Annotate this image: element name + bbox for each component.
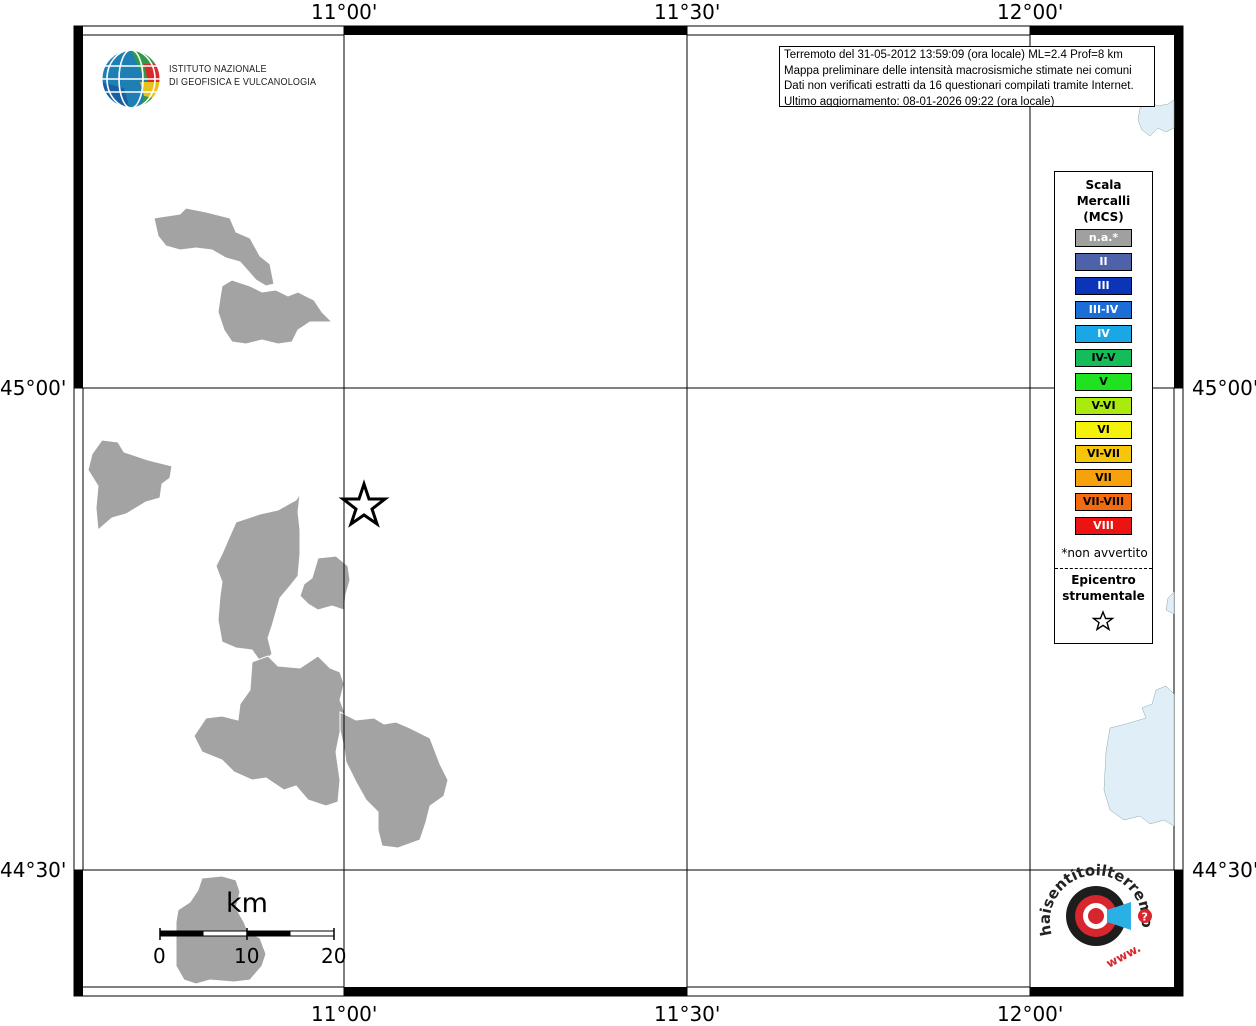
lon-label-bottom-2: 11°30' (654, 1002, 721, 1026)
map-description-line: Mappa preliminare delle intensità macros… (784, 64, 1132, 77)
event-info-line: Terremoto del 31-05-2012 13:59:09 (ora l… (784, 49, 1123, 61)
legend-swatch: II (1075, 253, 1132, 271)
svg-text:?: ? (1142, 911, 1148, 924)
lon-label-top-2: 11°30' (654, 0, 721, 24)
legend-swatch: V-VI (1075, 397, 1132, 415)
legend-swatch: n.a.* (1075, 229, 1132, 247)
legend-swatch: VI-VII (1075, 445, 1132, 463)
legend-swatch: V (1075, 373, 1132, 391)
ingv-institute-name: ISTITUTO NAZIONALE DI GEOFISICA E VULCAN… (169, 63, 317, 88)
legend-swatch: III-IV (1075, 301, 1132, 319)
legend-epicenter-star-icon (1091, 610, 1115, 632)
scale-bar-tick-10: 10 (234, 944, 260, 968)
lat-label-left-1: 45°00' (0, 376, 67, 400)
hsit-www-text: www. (1104, 941, 1143, 971)
legend-separator (1055, 568, 1152, 569)
lat-label-right-2: 44°30' (1192, 858, 1256, 882)
scale-bar-unit: km (226, 888, 268, 919)
last-update-line: Ultimo aggiornamento: 08-01-2026 09:22 (… (784, 95, 1055, 107)
legend-swatch: III (1075, 277, 1132, 295)
scale-bar-tick-0: 0 (153, 944, 166, 968)
legend-title: Scala Mercalli (MCS) (1076, 178, 1131, 224)
legend-note: *non avvertito (1061, 546, 1148, 560)
event-info-box: Terremoto del 31-05-2012 13:59:09 (ora l… (779, 46, 1155, 107)
lon-label-top-3: 12°00' (997, 0, 1064, 24)
legend-swatch: VIII (1075, 517, 1132, 535)
legend-swatch: VII-VIII (1075, 493, 1132, 511)
lon-label-bottom-3: 12°00' (997, 1002, 1064, 1026)
haisentitoilterremoto-logo: haisentitoilterremoto.it ? www. (1033, 860, 1156, 971)
legend-swatch: VII (1075, 469, 1132, 487)
legend-epicenter-label: Epicentro strumentale (1062, 573, 1145, 603)
ingv-globe-logo (101, 49, 161, 109)
lat-label-right-1: 45°00' (1192, 376, 1256, 400)
mcs-legend: Scala Mercalli (MCS) n.a.* II III III-IV IV I… (1054, 171, 1153, 644)
data-source-line: Dati non verificati estratti da 16 quest… (784, 80, 1134, 92)
legend-swatch: VI (1075, 421, 1132, 439)
legend-swatch: IV (1075, 325, 1132, 343)
lon-label-bottom-1: 11°00' (311, 1002, 378, 1026)
legend-swatch: IV-V (1075, 349, 1132, 367)
scale-bar-tick-20: 20 (321, 944, 347, 968)
lon-label-top-1: 11°00' (311, 0, 378, 24)
lat-label-left-2: 44°30' (0, 858, 67, 882)
